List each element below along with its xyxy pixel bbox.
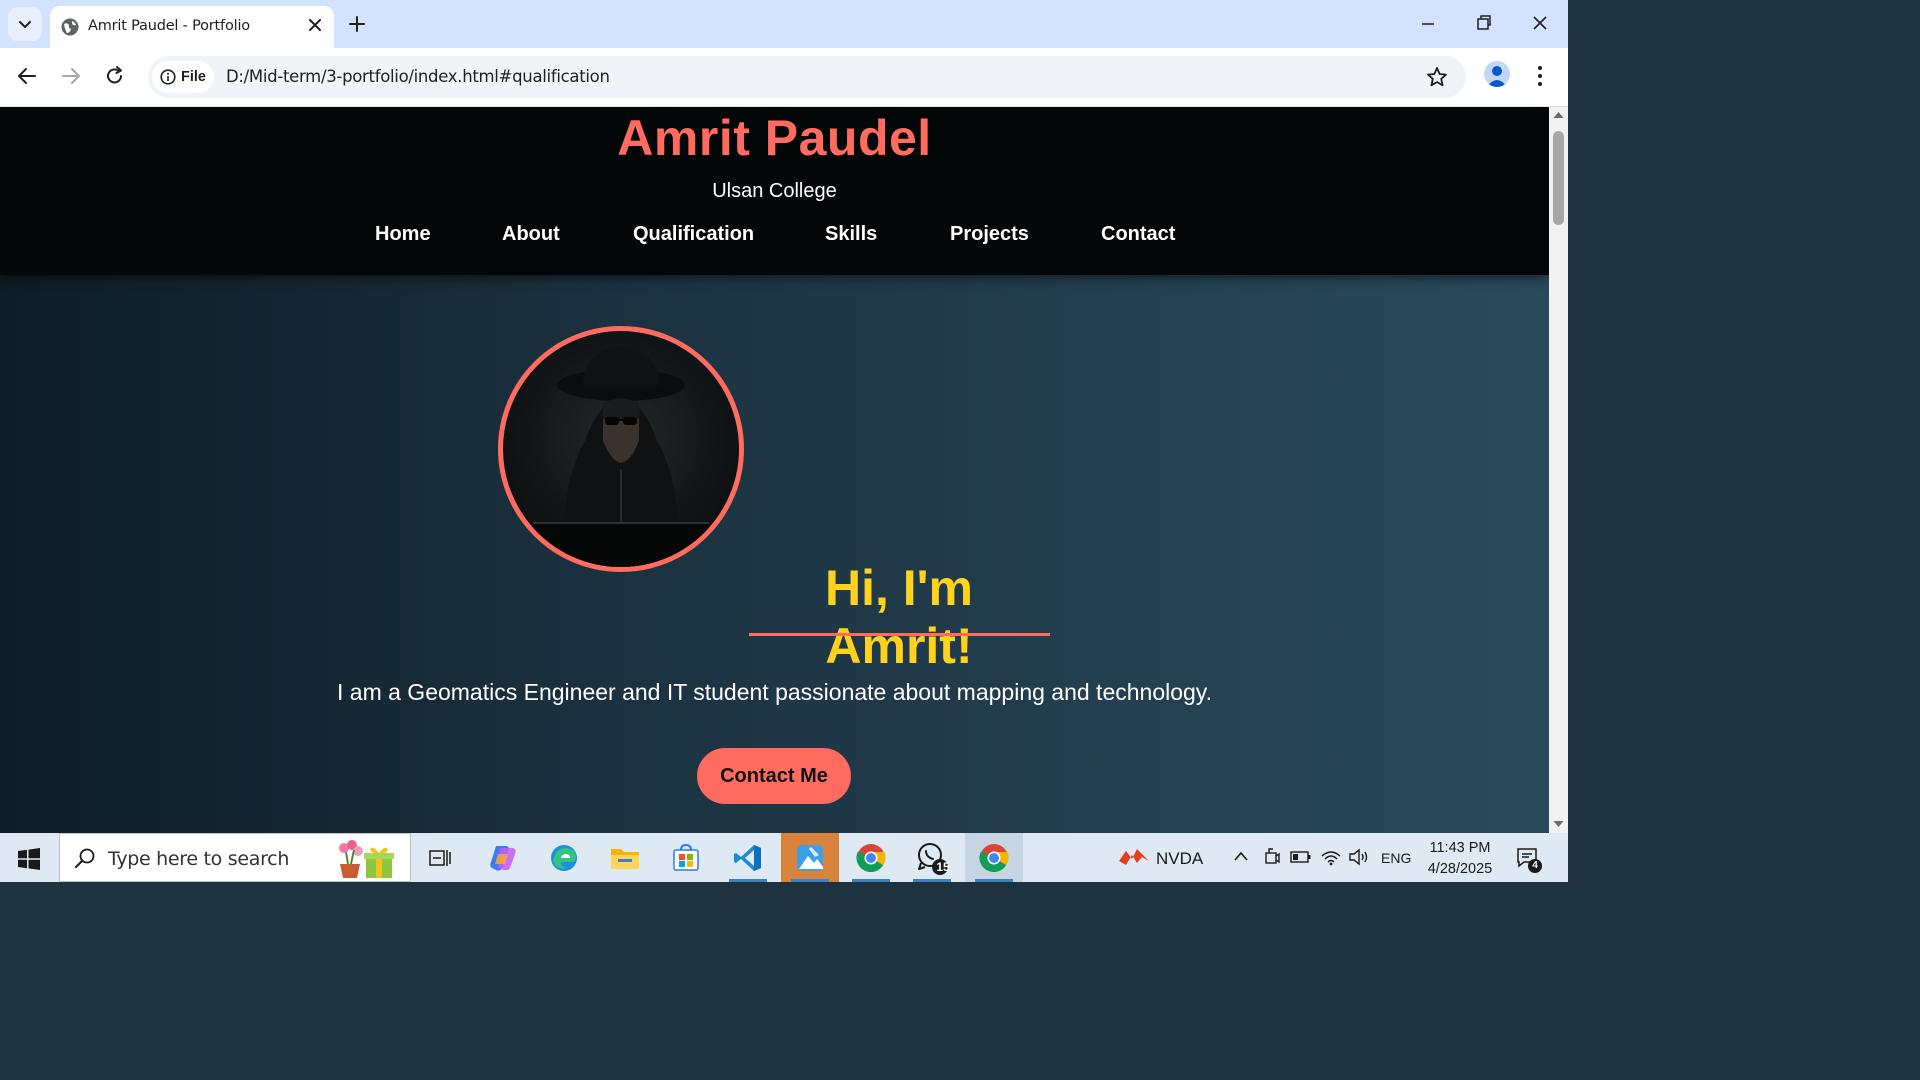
meet-now-icon[interactable]: [1263, 847, 1281, 867]
forward-icon[interactable]: [61, 65, 81, 87]
photos-app[interactable]: [781, 833, 839, 882]
scroll-up-icon[interactable]: [1553, 111, 1564, 119]
new-tab-icon[interactable]: [347, 14, 367, 34]
chevron-down-icon: [19, 21, 31, 28]
site-info-chip[interactable]: File: [152, 61, 214, 93]
globe-icon: [61, 18, 79, 36]
page-scrollbar[interactable]: [1549, 107, 1568, 833]
browser-toolbar: File D:/Mid-term/3-portfolio/index.html#…: [0, 48, 1568, 107]
site-subtitle: Ulsan College: [712, 180, 837, 202]
taskbar-search-box[interactable]: Type here to search: [59, 833, 411, 882]
search-highlight-gift-icon: [339, 840, 394, 878]
clock-date: 4/28/2025: [1427, 861, 1493, 877]
contact-me-button[interactable]: Contact Me: [697, 748, 851, 804]
wifi-icon[interactable]: [1320, 848, 1342, 866]
security-chip-label: File: [181, 69, 206, 85]
profile-photo: [498, 326, 744, 572]
hero-intro: I am a Geomatics Engineer and IT student…: [337, 679, 1212, 705]
address-bar[interactable]: File D:/Mid-term/3-portfolio/index.html#…: [148, 56, 1466, 98]
more-options-icon[interactable]: [1534, 65, 1546, 87]
file-explorer-icon: [611, 848, 639, 869]
vscode-icon: [734, 844, 761, 871]
site-title: Amrit Paudel: [617, 110, 932, 166]
minimize-icon[interactable]: [1420, 13, 1436, 35]
nvda-icon[interactable]: [1118, 847, 1150, 867]
windows-start-icon[interactable]: [18, 848, 40, 870]
nvda-label: NVDA: [1156, 849, 1204, 868]
scrollbar-thumb[interactable]: [1553, 131, 1564, 225]
tab-search-button[interactable]: [8, 7, 42, 41]
input-language[interactable]: ENG: [1381, 850, 1411, 866]
whatsapp-badge: 15: [936, 860, 950, 874]
site-nav: Home About Qualification Skills Projects…: [0, 223, 1549, 247]
taskbar-clock[interactable]: 11:43 PM 4/28/2025: [1418, 838, 1502, 880]
microsoft-store-app[interactable]: [657, 833, 715, 882]
task-view-icon: [429, 849, 451, 866]
nav-link-about[interactable]: About: [502, 223, 560, 246]
chrome-icon: [856, 843, 886, 872]
notification-count-badge: 4: [1528, 859, 1542, 873]
task-view-button[interactable]: [411, 833, 469, 882]
ms-store-icon: [673, 843, 699, 871]
whatsapp-app[interactable]: 15: [903, 833, 961, 882]
chrome-app[interactable]: [842, 833, 900, 882]
site-header: Amrit Paudel Ulsan College Home About Qu…: [0, 107, 1549, 275]
volume-icon[interactable]: [1348, 847, 1370, 867]
windows-taskbar: Type here to search 15 NVDA ENG 11:43 PM…: [0, 833, 1568, 882]
close-window-icon[interactable]: [1532, 13, 1548, 35]
file-explorer-app[interactable]: [596, 833, 654, 882]
edge-icon: [551, 844, 577, 871]
url-text[interactable]: D:/Mid-term/3-portfolio/index.html#quali…: [226, 67, 610, 86]
bookmark-star-icon[interactable]: [1426, 66, 1448, 88]
nav-link-home[interactable]: Home: [375, 223, 431, 246]
browser-tab-strip: Amrit Paudel - Portfolio: [0, 0, 1568, 48]
copilot-icon: [490, 845, 516, 871]
close-tab-icon[interactable]: [308, 18, 322, 32]
back-icon[interactable]: [17, 65, 37, 87]
tab-title: Amrit Paudel - Portfolio: [88, 18, 250, 34]
search-icon: [75, 848, 95, 868]
vscode-app[interactable]: [719, 833, 777, 882]
battery-icon[interactable]: [1290, 850, 1312, 864]
profile-avatar-icon[interactable]: [1484, 61, 1510, 87]
nav-link-projects[interactable]: Projects: [950, 223, 1029, 246]
tray-overflow-chevron-icon[interactable]: [1233, 850, 1249, 862]
page-viewport: Amrit Paudel Ulsan College Home About Qu…: [0, 107, 1549, 833]
nav-link-qualification[interactable]: Qualification: [633, 223, 754, 246]
browser-tab-active[interactable]: Amrit Paudel - Portfolio: [50, 6, 334, 48]
hero-greeting: Hi, I'm Amrit!: [824, 560, 974, 674]
chrome-app-active[interactable]: [965, 833, 1023, 882]
chrome-icon: [979, 843, 1009, 872]
scroll-down-icon[interactable]: [1553, 820, 1564, 828]
nav-link-contact[interactable]: Contact: [1101, 223, 1175, 246]
clock-time: 11:43 PM: [1429, 840, 1491, 856]
copilot-app[interactable]: [474, 833, 532, 882]
restore-icon[interactable]: [1476, 13, 1492, 35]
nav-link-skills[interactable]: Skills: [825, 223, 877, 246]
info-icon: [160, 69, 176, 85]
edge-app[interactable]: [535, 833, 593, 882]
reload-icon[interactable]: [105, 65, 125, 87]
taskbar-search-placeholder: Type here to search: [108, 848, 290, 870]
hooded-figure-image: [533, 347, 709, 567]
greeting-underline: [749, 633, 1050, 636]
photos-icon: [797, 844, 823, 871]
